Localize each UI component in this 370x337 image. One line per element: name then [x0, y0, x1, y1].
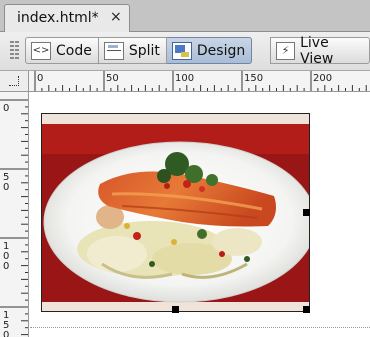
close-icon[interactable]: ×: [110, 9, 122, 25]
code-view-label: Code: [56, 42, 92, 59]
horizontal-ruler-label: 0: [37, 73, 43, 84]
live-view-label: Live View: [300, 34, 334, 67]
horizontal-ruler-label: 200: [313, 73, 332, 84]
page-boundary-line: [30, 327, 370, 328]
horizontal-ruler-label: 50: [106, 73, 119, 84]
document-toolbar: <> Code Split Design ⚡ Live View: [0, 32, 370, 71]
document-tab-bar: index.html* ×: [0, 0, 370, 32]
vertical-ruler-label: 0: [3, 182, 9, 193]
document-tab-title: index.html*: [17, 10, 99, 26]
resize-handle-bottom[interactable]: [172, 306, 179, 313]
design-view-label: Design: [196, 42, 246, 59]
design-view-icon: [171, 41, 192, 60]
vertical-ruler[interactable]: 050100150: [0, 92, 29, 337]
view-switcher: <> Code Split Design: [25, 37, 253, 64]
split-view-label: Split: [128, 42, 160, 59]
code-view-icon: <>: [31, 41, 51, 60]
ruler-origin-corner[interactable]: [0, 71, 29, 92]
toolbar-grip-icon[interactable]: [10, 41, 14, 61]
vertical-ruler-label: 0: [3, 261, 9, 272]
horizontal-ruler[interactable]: 0 50 100 150 200: [29, 71, 370, 92]
vertical-ruler-label: 0: [3, 103, 9, 114]
document-tab[interactable]: index.html* ×: [4, 4, 130, 32]
design-view-button[interactable]: Design: [166, 37, 253, 64]
horizontal-ruler-label: 150: [244, 73, 263, 84]
split-view-icon: [103, 41, 124, 60]
ruler-origin-icon: [9, 76, 19, 86]
vertical-ruler-ticks: 050100150: [0, 99, 28, 337]
food-photo-icon: [42, 114, 309, 311]
split-view-button[interactable]: Split: [98, 37, 167, 64]
code-view-button[interactable]: <> Code: [25, 37, 99, 64]
vertical-ruler-label: 0: [3, 330, 9, 337]
resize-handle-right[interactable]: [303, 209, 310, 216]
live-view-icon: ⚡: [276, 41, 296, 60]
selected-image[interactable]: [41, 113, 310, 312]
horizontal-ruler-ticks: 0 50 100 150 200: [34, 71, 367, 91]
toolbar-grip-icon-2[interactable]: [15, 41, 19, 61]
horizontal-ruler-label: 100: [175, 73, 194, 84]
live-view-button[interactable]: ⚡ Live View: [270, 34, 370, 67]
resize-handle-corner[interactable]: [303, 306, 310, 313]
